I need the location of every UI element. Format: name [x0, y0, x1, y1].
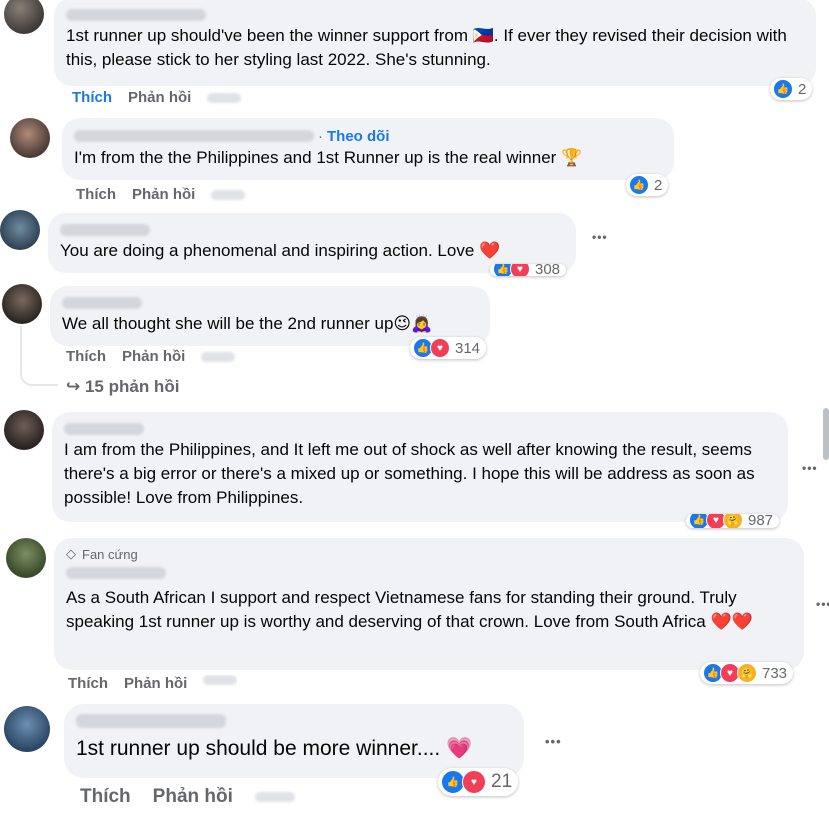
- comment-bubble: 1st runner up should've been the winner …: [54, 0, 816, 86]
- comment-text: I am from the Philippines, and It left m…: [64, 440, 755, 507]
- comment-text: You are doing a phenomenal and inspiring…: [60, 241, 501, 260]
- care-reaction-icon: 🤗: [737, 663, 757, 683]
- reaction-count: 733: [762, 664, 788, 682]
- reply-button[interactable]: Phản hồi: [132, 186, 195, 203]
- scrollbar[interactable]: [823, 408, 829, 460]
- comment-text: As a South African I support and respect…: [66, 588, 753, 631]
- love-reaction-icon: ♥: [430, 338, 450, 358]
- reaction-count: 2: [798, 80, 807, 98]
- reply-button[interactable]: Phản hồi: [124, 675, 187, 689]
- comment-actions: Thích Phản hồi: [76, 186, 246, 203]
- reply-button[interactable]: Phản hồi: [122, 348, 185, 365]
- avatar[interactable]: [6, 538, 46, 578]
- comment-bubble: ◇ Fan cứng As a South African I support …: [54, 538, 804, 670]
- separator-dot: ·: [318, 127, 323, 145]
- commenter-name[interactable]: [64, 422, 144, 435]
- replies-count: 15 phản hồi: [84, 377, 180, 396]
- love-reaction-icon: ♥: [510, 264, 530, 276]
- reaction-summary[interactable]: 👍 ♥ 308: [490, 264, 567, 276]
- avatar[interactable]: [4, 0, 44, 34]
- timestamp[interactable]: [201, 351, 236, 362]
- reaction-count: 987: [748, 514, 774, 528]
- fan-badge-label: Fan cứng: [82, 546, 138, 562]
- commenter-name[interactable]: [66, 8, 206, 21]
- reaction-summary[interactable]: 👍 ♥ 🤗 733: [700, 662, 794, 684]
- reaction-summary[interactable]: 👍 2: [770, 78, 813, 100]
- comment-bubble: 1st runner up should be more winner.... …: [64, 704, 524, 778]
- diamond-icon: ◇: [66, 546, 76, 561]
- reaction-summary[interactable]: 👍 ♥ 🤗 987: [686, 514, 780, 528]
- reaction-count: 2: [654, 176, 663, 194]
- commenter-name[interactable]: [60, 223, 150, 236]
- comment-bubble: I am from the Philippines, and It left m…: [52, 412, 788, 522]
- avatar[interactable]: [4, 410, 44, 450]
- more-options-icon[interactable]: •••: [545, 734, 562, 749]
- commenter-name[interactable]: [76, 713, 226, 728]
- more-options-icon[interactable]: •••: [802, 461, 818, 475]
- avatar[interactable]: [10, 118, 50, 158]
- comment-bubble: · Theo dõi I'm from the the Philippines …: [62, 118, 674, 180]
- timestamp[interactable]: [211, 189, 246, 200]
- like-button[interactable]: Thích: [76, 186, 116, 203]
- more-options-icon[interactable]: •••: [816, 597, 829, 611]
- like-button[interactable]: Thích: [68, 675, 108, 689]
- comment-actions: Thích Phản hồi: [66, 348, 236, 365]
- reaction-count: 308: [535, 264, 561, 276]
- comment-text: 1st runner up should be more winner.... …: [76, 737, 473, 760]
- commenter-name[interactable]: [62, 296, 142, 309]
- care-reaction-icon: 🤗: [723, 514, 743, 528]
- comment-actions: Thích Phản hồi: [80, 786, 295, 808]
- reaction-summary[interactable]: 👍 ♥ 314: [410, 337, 487, 359]
- timestamp[interactable]: [254, 792, 295, 802]
- reaction-summary[interactable]: 👍 2: [626, 174, 669, 196]
- timestamp[interactable]: [207, 92, 242, 103]
- comment-text: I'm from the the Philippines and 1st Run…: [74, 148, 583, 167]
- like-reaction-icon: 👍: [629, 175, 649, 195]
- view-replies-link[interactable]: ↪ 15 phản hồi: [66, 377, 179, 397]
- reaction-summary[interactable]: 👍 ♥ 21: [438, 768, 519, 796]
- like-button[interactable]: Thích: [72, 89, 112, 106]
- like-button[interactable]: Thích: [66, 348, 106, 365]
- timestamp[interactable]: [203, 675, 238, 685]
- love-reaction-icon: ♥: [462, 770, 486, 794]
- comment-text: We all thought she will be the 2nd runne…: [62, 314, 433, 333]
- follow-button[interactable]: Theo dõi: [327, 128, 390, 145]
- commenter-name[interactable]: [74, 130, 314, 142]
- reply-button[interactable]: Phản hồi: [153, 786, 233, 808]
- avatar[interactable]: [4, 706, 50, 752]
- more-options-icon[interactable]: •••: [592, 230, 608, 244]
- reply-arrow-icon: ↪: [66, 377, 85, 396]
- reaction-count: 21: [491, 771, 513, 792]
- reply-button[interactable]: Phản hồi: [128, 89, 191, 106]
- like-reaction-icon: 👍: [773, 79, 793, 99]
- comment-text: 1st runner up should've been the winner …: [66, 26, 787, 69]
- like-button[interactable]: Thích: [80, 786, 131, 808]
- avatar[interactable]: [2, 284, 42, 324]
- avatar[interactable]: [0, 210, 40, 250]
- fan-badge: ◇ Fan cứng: [66, 546, 792, 562]
- commenter-name[interactable]: [66, 566, 166, 579]
- reaction-count: 314: [455, 339, 481, 357]
- comment-actions: Thích Phản hồi: [72, 89, 242, 106]
- comment-actions: Thích Phản hồi: [68, 675, 238, 689]
